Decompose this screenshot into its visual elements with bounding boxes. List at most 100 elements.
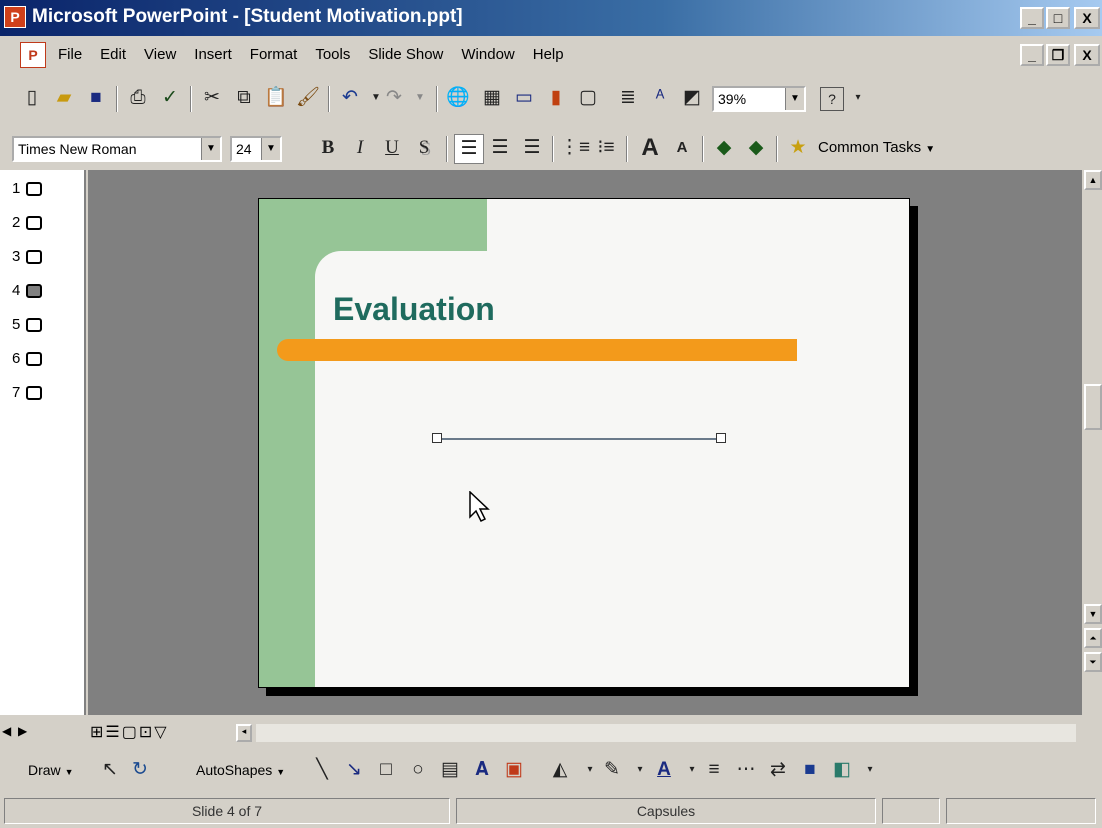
cut-icon[interactable]: ✂ <box>198 84 226 112</box>
doc-restore-button[interactable]: ❐ <box>1046 44 1070 66</box>
help-icon[interactable]: ? <box>820 87 844 111</box>
slide-show-icon[interactable]: ▽ <box>154 724 168 741</box>
align-left-icon[interactable]: ☰ <box>454 134 484 164</box>
increase-font-size-button[interactable]: A <box>636 134 664 162</box>
font-size-combo[interactable]: 24 ▼ <box>230 136 282 162</box>
horizontal-scrollbar[interactable] <box>256 724 1076 742</box>
show-formatting-icon[interactable]: ᴬ <box>646 84 674 112</box>
next-slide-icon[interactable]: ⏷ <box>1084 652 1102 672</box>
slide-thumb-3[interactable] <box>26 250 42 264</box>
close-button[interactable]: X <box>1074 7 1100 29</box>
wordart-icon[interactable]: 𝐀 <box>468 756 496 784</box>
line-handle-start[interactable] <box>432 433 442 443</box>
menu-help[interactable]: Help <box>533 46 564 63</box>
font-size-dropdown-icon[interactable]: ▼ <box>261 138 280 160</box>
hyperlink-icon[interactable]: 🌐 <box>444 84 472 112</box>
autoshapes-button[interactable]: AutoShapes ▼ <box>196 762 285 778</box>
menu-window[interactable]: Window <box>461 46 514 63</box>
zoom-combo[interactable]: 39% ▼ <box>712 86 806 112</box>
tables-borders-icon[interactable]: ▦ <box>478 84 506 112</box>
free-rotate-icon[interactable]: ↻ <box>126 756 154 784</box>
3d-icon[interactable]: ◧ <box>828 756 856 784</box>
oval-tool-icon[interactable]: ○ <box>404 756 432 784</box>
align-center-icon[interactable]: ☰ <box>486 134 514 162</box>
print-icon[interactable]: ⎙ <box>124 84 152 112</box>
scroll-right-icon[interactable]: ▶ <box>18 724 27 738</box>
toolbar-options-icon[interactable]: ▾ <box>856 756 884 784</box>
insert-chart-icon[interactable]: ▮ <box>542 84 570 112</box>
copy-icon[interactable]: ⧉ <box>230 84 258 112</box>
normal-view-icon[interactable]: ⊞ <box>90 724 105 741</box>
hscroll-left-icon[interactable]: ◂ <box>236 724 252 742</box>
menu-edit[interactable]: Edit <box>100 46 126 63</box>
text-box-icon[interactable]: ▤ <box>436 756 464 784</box>
open-icon[interactable]: ▰ <box>50 84 78 112</box>
rectangle-tool-icon[interactable]: □ <box>372 756 400 784</box>
slide-thumb-7[interactable] <box>26 386 42 400</box>
draw-menu-button[interactable]: Draw ▼ <box>28 762 73 778</box>
menu-tools[interactable]: Tools <box>315 46 350 63</box>
slide-thumb-2[interactable] <box>26 216 42 230</box>
scroll-thumb[interactable] <box>1084 384 1102 430</box>
slide-title[interactable]: Evaluation <box>333 291 495 328</box>
selected-line-shape[interactable] <box>437 438 721 440</box>
slide-sorter-icon[interactable]: ⊡ <box>139 724 154 741</box>
line-color-icon[interactable]: ✎ <box>598 756 626 784</box>
document-icon[interactable]: P <box>20 42 46 68</box>
font-color-icon[interactable]: A <box>650 756 678 784</box>
zoom-dropdown-icon[interactable]: ▼ <box>785 88 804 110</box>
powerpoint-app-icon[interactable]: P <box>4 6 26 28</box>
menu-insert[interactable]: Insert <box>194 46 232 63</box>
previous-slide-icon[interactable]: ⏶ <box>1084 628 1102 648</box>
bold-button[interactable]: B <box>314 134 342 162</box>
demote-icon[interactable]: ◆ <box>742 134 770 162</box>
common-tasks-icon[interactable]: ★ <box>784 134 812 162</box>
shadow-button[interactable]: S <box>410 134 438 162</box>
vertical-scrollbar[interactable]: ▲ ▼ ⏶ ⏷ <box>1084 170 1102 715</box>
line-style-icon[interactable]: ≡ <box>700 756 728 784</box>
spelling-icon[interactable]: ✓ <box>156 84 184 112</box>
line-handle-end[interactable] <box>716 433 726 443</box>
menu-slide-show[interactable]: Slide Show <box>368 46 443 63</box>
menu-file[interactable]: File <box>58 46 82 63</box>
scroll-up-icon[interactable]: ▲ <box>1084 170 1102 190</box>
insert-table-icon[interactable]: ▭ <box>510 84 538 112</box>
slide-thumb-4[interactable] <box>26 284 42 298</box>
grayscale-preview-icon[interactable]: ◩ <box>678 84 706 112</box>
menu-format[interactable]: Format <box>250 46 298 63</box>
align-right-icon[interactable]: ☰ <box>518 134 546 162</box>
line-tool-icon[interactable]: ╲ <box>308 756 336 784</box>
help-dropdown-icon[interactable]: ▾ <box>844 84 872 112</box>
new-icon[interactable]: ▯ <box>18 84 46 112</box>
minimize-button[interactable]: _ <box>1020 7 1044 29</box>
arrow-tool-icon[interactable]: ↘ <box>340 756 368 784</box>
font-dropdown-icon[interactable]: ▼ <box>201 138 220 160</box>
fill-color-icon[interactable]: ◭ <box>546 756 574 784</box>
italic-button[interactable]: I <box>346 134 374 162</box>
promote-icon[interactable]: ◆ <box>710 134 738 162</box>
bullets-icon[interactable]: ⁝≡ <box>592 134 620 162</box>
slide-canvas[interactable]: Evaluation <box>258 198 910 688</box>
arrow-style-icon[interactable]: ⇄ <box>764 756 792 784</box>
outline-view-icon[interactable]: ☰ <box>105 724 121 741</box>
slide-thumb-1[interactable] <box>26 182 42 196</box>
doc-close-button[interactable]: X <box>1074 44 1100 66</box>
doc-minimize-button[interactable]: _ <box>1020 44 1044 66</box>
common-tasks-button[interactable]: Common Tasks ▼ <box>818 139 935 156</box>
slide-view-icon[interactable]: ▢ <box>122 724 139 741</box>
shadow-icon[interactable]: ■ <box>796 756 824 784</box>
clip-art-icon[interactable]: ▣ <box>500 756 528 784</box>
slide-thumb-6[interactable] <box>26 352 42 366</box>
undo-icon[interactable]: ↶ <box>336 84 364 112</box>
format-painter-icon[interactable]: 🖌 <box>294 84 322 112</box>
decrease-font-size-button[interactable]: A <box>668 134 696 162</box>
paste-icon[interactable]: 📋 <box>262 84 290 112</box>
scroll-down-icon[interactable]: ▼ <box>1084 604 1102 624</box>
slide-thumb-5[interactable] <box>26 318 42 332</box>
underline-button[interactable]: U <box>378 134 406 162</box>
select-objects-icon[interactable]: ↖ <box>96 756 124 784</box>
font-combo[interactable]: Times New Roman ▼ <box>12 136 222 162</box>
dash-style-icon[interactable]: ⋯ <box>732 756 760 784</box>
expand-all-icon[interactable]: ≣ <box>614 84 642 112</box>
maximize-button[interactable]: □ <box>1046 7 1070 29</box>
